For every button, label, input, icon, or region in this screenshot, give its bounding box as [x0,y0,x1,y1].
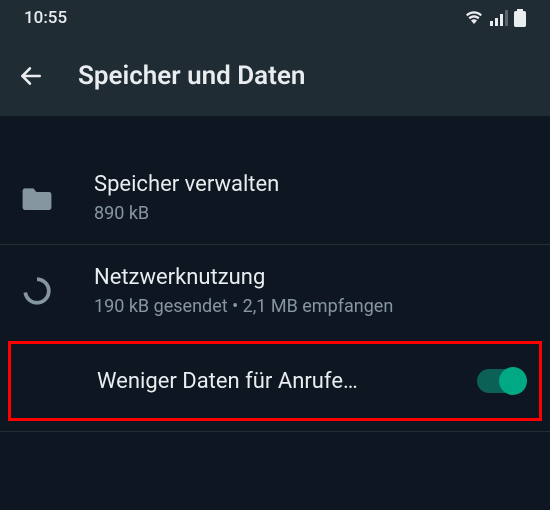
row-lowdata-title: Weniger Daten für Anrufe… [97,369,477,394]
folder-icon [22,186,66,210]
data-usage-icon [22,276,66,306]
wifi-icon [464,10,484,26]
settings-list: Speicher verwalten 890 kB Netzwerknutzun… [0,116,550,432]
back-arrow-icon[interactable] [18,63,44,89]
row-storage-title: Speicher verwalten [94,172,528,197]
battery-icon [514,9,526,27]
row-storage-sub: 890 kB [94,203,528,224]
page-title: Speicher und Daten [78,61,305,91]
row-low-data-calls[interactable]: Weniger Daten für Anrufe… [8,341,542,421]
status-bar: 10:55 [0,0,550,36]
header: Speicher und Daten [0,36,550,116]
row-storage[interactable]: Speicher verwalten 890 kB [0,152,550,244]
row-network-title: Netzwerknutzung [94,265,528,290]
signal-icon [490,10,508,26]
toggle-knob [499,367,527,395]
status-time: 10:55 [24,8,67,28]
status-icons [464,9,526,27]
divider [0,431,550,432]
low-data-toggle[interactable] [477,369,525,393]
row-network[interactable]: Netzwerknutzung 190 kB gesendet • 2,1 MB… [0,245,550,337]
row-network-sub: 190 kB gesendet • 2,1 MB empfangen [94,296,528,317]
